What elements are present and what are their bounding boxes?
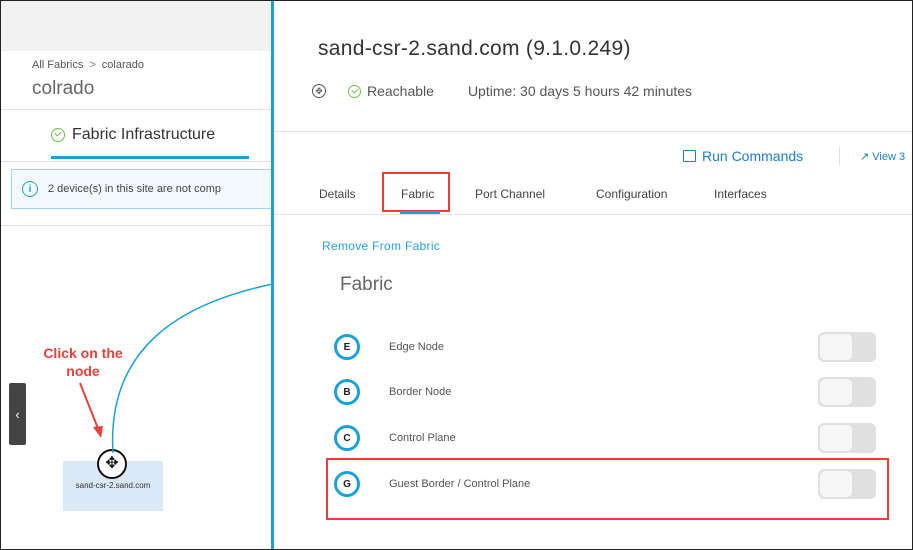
tab-configuration[interactable]: Configuration <box>596 187 667 201</box>
active-tab-underline <box>51 156 249 159</box>
role-label: Edge Node <box>389 341 445 353</box>
role-row-control-plane: C Control Plane <box>334 423 879 453</box>
reachability-status: Reachable <box>367 83 434 99</box>
check-circle-icon <box>51 128 65 142</box>
edge-node-toggle[interactable] <box>818 332 876 362</box>
edge-node-badge: E <box>334 334 360 360</box>
external-link-icon: ↗ <box>860 151 870 163</box>
role-row-edge-node: E Edge Node <box>334 332 879 362</box>
fabric-section-title: Fabric <box>340 274 393 295</box>
router-icon[interactable]: ✥ <box>97 449 127 479</box>
divider <box>1 109 271 110</box>
device-detail-panel: sand-csr-2.sand.com (9.1.0.249) ✥ Reacha… <box>271 1 912 549</box>
divider <box>1 161 271 162</box>
move-icon: ✥ <box>312 84 326 98</box>
site-name: colrado <box>32 78 95 99</box>
control-plane-toggle[interactable] <box>818 423 876 453</box>
border-node-badge: B <box>334 379 360 405</box>
click-annotation: Click on the node <box>38 344 128 380</box>
role-row-border-node: B Border Node <box>334 377 879 407</box>
remove-from-fabric-link[interactable]: Remove From Fabric <box>322 239 440 253</box>
fabric-site-panel: All Fabrics > colarado colrado Fabric Infr… <box>1 1 281 549</box>
fabric-tab-highlight <box>382 172 450 212</box>
screenshot-frame: All Fabrics > colarado colrado Fabric Infr… <box>0 0 913 550</box>
node-label: sand-csr-2.sand.com <box>75 481 151 490</box>
run-commands-button[interactable]: Run Commands <box>683 148 803 164</box>
collapse-panel-button[interactable]: ‹ <box>9 383 26 445</box>
breadcrumb: All Fabrics > colarado <box>32 59 144 71</box>
chevron-left-icon: ‹ <box>15 406 20 422</box>
tab-label: Fabric Infrastructure <box>72 126 216 143</box>
info-icon: i <box>22 181 38 197</box>
divider <box>274 131 912 132</box>
view-link[interactable]: ↗ View 3 <box>860 150 905 163</box>
view-link-label: View 3 <box>872 151 906 163</box>
action-separator <box>839 147 840 165</box>
tab-details[interactable]: Details <box>319 187 356 201</box>
run-commands-label: Run Commands <box>702 148 804 164</box>
top-strip <box>1 1 271 51</box>
compliance-alert: i 2 device(s) in this site are not comp <box>11 169 281 209</box>
annotation-line-1: Click on the <box>43 345 123 361</box>
device-title: sand-csr-2.sand.com (9.1.0.249) <box>318 37 631 60</box>
breadcrumb-separator: > <box>89 59 96 71</box>
divider <box>274 214 912 215</box>
tab-port-channel[interactable]: Port Channel <box>475 187 545 201</box>
alert-text: 2 device(s) in this site are not comp <box>48 183 222 195</box>
role-label: Control Plane <box>389 432 456 444</box>
annotation-line-2: node <box>66 363 100 379</box>
guest-border-highlight <box>326 458 889 520</box>
control-plane-badge: C <box>334 425 360 451</box>
tab-fabric-infrastructure[interactable]: Fabric Infrastructure <box>51 126 215 144</box>
role-label: Border Node <box>389 386 452 398</box>
device-status-row: ✥ Reachable Uptime: 30 days 5 hours 42 m… <box>312 83 692 99</box>
divider <box>1 225 271 226</box>
uptime: Uptime: 30 days 5 hours 42 minutes <box>467 83 693 99</box>
terminal-icon <box>683 150 696 162</box>
reachable-icon <box>348 84 361 98</box>
border-node-toggle[interactable] <box>818 377 876 407</box>
breadcrumb-current: colarado <box>101 59 144 71</box>
tab-interfaces[interactable]: Interfaces <box>714 187 767 201</box>
device-tabs: Details Fabric Port Channel Configuratio… <box>274 187 912 215</box>
breadcrumb-all-fabrics[interactable]: All Fabrics <box>32 59 83 71</box>
